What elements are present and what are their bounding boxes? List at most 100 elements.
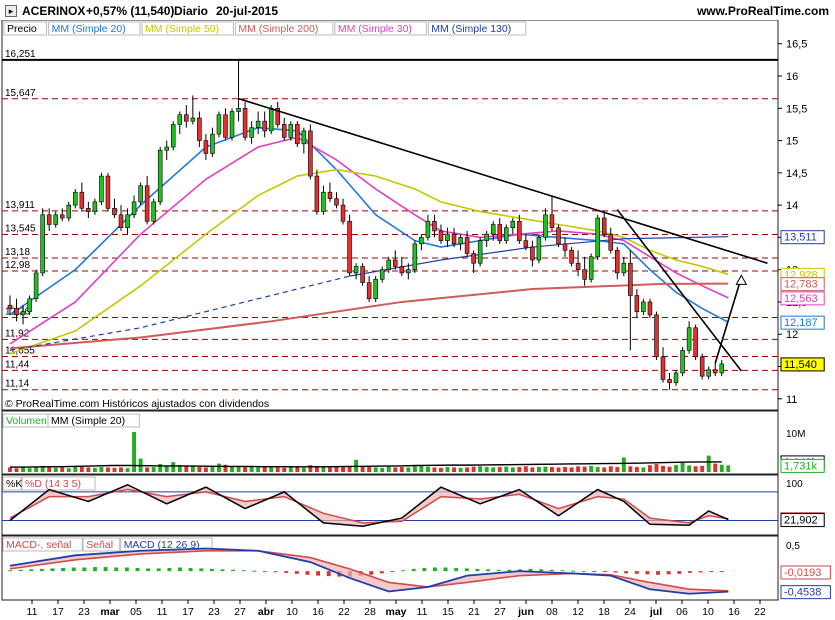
macd-histogram-bar	[114, 567, 119, 572]
candle-body	[40, 214, 45, 274]
candle-body	[20, 311, 26, 316]
volume-bar	[334, 466, 339, 472]
volume-bar	[92, 467, 97, 472]
volume-tick-label: 10M	[786, 429, 805, 440]
candle-body	[432, 220, 437, 232]
volume-bar	[105, 467, 110, 472]
candle-body	[471, 253, 476, 264]
volume-bar	[164, 466, 169, 472]
candle-body	[308, 130, 313, 177]
legend-item: Precio	[7, 23, 37, 35]
volume-bar	[510, 467, 515, 472]
candle-body	[575, 262, 581, 270]
candle-body	[712, 369, 718, 374]
period[interactable]: Diario	[174, 4, 208, 18]
macd-histogram-bar	[698, 571, 703, 573]
candle-body	[203, 140, 209, 154]
macd-histogram-bar	[199, 568, 204, 572]
collapse-icon[interactable]: ▸	[5, 5, 17, 17]
candle-body	[451, 233, 457, 245]
legend-item: MM (Simple 200)	[238, 23, 318, 35]
macd-legend-item: Señal	[86, 539, 113, 551]
ticker[interactable]: ACERINOX	[22, 4, 85, 18]
legend-item: MM (Simple 50)	[145, 23, 219, 35]
macd-histogram-bar	[486, 569, 491, 572]
candle-body	[608, 233, 614, 251]
volume-bar	[700, 465, 705, 472]
x-axis-label: 22	[754, 606, 766, 618]
x-axis-label: 23	[78, 606, 90, 618]
x-axis-label: 15	[442, 606, 454, 618]
volume-bar	[86, 467, 91, 472]
level-label: 11,44	[5, 359, 30, 370]
candle-body	[445, 233, 450, 241]
candle-body	[27, 298, 32, 312]
macd-histogram-bar	[539, 569, 544, 572]
x-axis-label: 05	[130, 606, 142, 618]
macd-histogram-bar	[316, 571, 321, 576]
candle-body	[379, 269, 385, 280]
candle-body	[66, 204, 72, 219]
candle-body	[660, 356, 666, 380]
macd-histogram-bar	[146, 568, 151, 572]
volume-bar	[458, 467, 463, 472]
macd-histogram-bar	[326, 571, 331, 577]
volume-bar	[386, 466, 391, 472]
x-axis-label: 10	[702, 606, 714, 618]
volume-bar	[425, 466, 430, 472]
candle-body	[242, 107, 248, 138]
candle-body	[647, 301, 653, 316]
candle-body	[118, 214, 124, 229]
candle-body	[588, 256, 594, 280]
volume-bar	[14, 468, 19, 472]
volume-bar	[693, 466, 698, 472]
volume-bar	[602, 467, 607, 472]
x-axis-label: 11	[417, 606, 428, 618]
candle-body	[419, 237, 424, 245]
macd-histogram-bar	[390, 571, 395, 573]
site[interactable]: www.ProRealTime.com	[697, 4, 829, 18]
candle-body	[569, 250, 574, 264]
x-axis-label: abr	[258, 606, 274, 618]
macd-histogram-bar	[602, 571, 607, 573]
stock-chart: 16,25115,64713,91113,54513,1812,9812,261…	[1, 19, 831, 618]
candle-body	[197, 117, 202, 141]
volume-bar	[621, 457, 626, 472]
volume-bar	[34, 467, 39, 472]
price-marker: 11,540	[784, 359, 817, 371]
volume-bar	[321, 467, 326, 472]
volume-bar	[641, 467, 646, 472]
volume-bar	[647, 465, 652, 472]
candle-body	[719, 363, 725, 374]
macd-histogram-bar	[50, 568, 55, 572]
volume-bar	[667, 466, 672, 472]
x-axis-label: 22	[338, 606, 350, 618]
x-axis-label: 17	[182, 606, 194, 618]
volume-bar	[73, 466, 78, 472]
volume-bar	[706, 455, 711, 472]
legend-item: MM (Simple 20)	[52, 23, 126, 35]
price-tick-label: 11	[786, 394, 797, 406]
volume-bar	[367, 467, 372, 472]
macd-histogram-bar	[178, 567, 182, 572]
candle-body	[686, 327, 692, 351]
volume-bar	[523, 466, 528, 472]
candle-body	[288, 124, 294, 138]
volume-bar	[412, 466, 417, 472]
volume-bar	[8, 467, 12, 472]
volume-bar	[608, 466, 613, 472]
candle-body	[157, 149, 163, 203]
volume-bar	[674, 465, 679, 472]
header-bar: ACERINOX +0,57% (11,540) Diario 20-jul-2…	[0, 0, 835, 20]
macd-histogram-bar	[252, 570, 257, 572]
candle-body	[464, 237, 470, 254]
volume-bar	[582, 466, 587, 472]
volume-bar	[53, 467, 58, 472]
x-axis-label: 17	[52, 606, 64, 618]
legend-item: MM (Simple 130)	[431, 23, 511, 35]
macd-histogram-bar	[560, 570, 565, 572]
volume-bar	[373, 467, 378, 472]
macd-histogram-bar	[135, 567, 140, 572]
volume-bar	[471, 466, 476, 472]
macd-histogram-bar	[571, 570, 575, 572]
